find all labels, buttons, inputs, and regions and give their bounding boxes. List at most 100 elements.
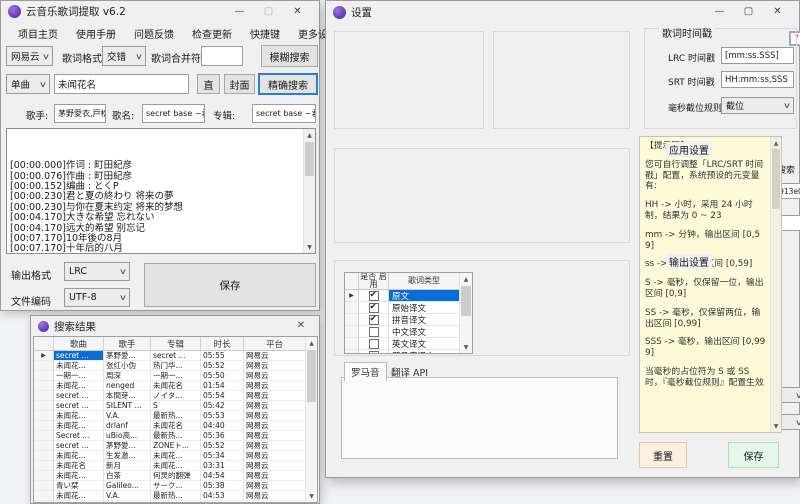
- scroll-up-icon[interactable]: ▲: [306, 337, 317, 349]
- grid-row[interactable]: 罗马音译文: [345, 350, 472, 353]
- table-row[interactable]: 未闻花... 生发激... 未闻花... 05:34 网易云: [34, 451, 317, 461]
- singer-input[interactable]: 茅野愛衣,戸松遥: [54, 104, 106, 123]
- table-row[interactable]: secret ... 茅野愛... ZONEト... 05:52 网易云: [34, 441, 317, 451]
- main-window-title: 云音乐歌词提取 v6.2: [26, 6, 126, 18]
- checkbox-icon[interactable]: [368, 326, 379, 337]
- original-lyrics-group: [493, 31, 630, 129]
- hint-paragraph: S -> 毫秒，仅保留一位，输出区间 [0,9]: [645, 278, 764, 299]
- scroll-down-icon[interactable]: ▼: [306, 490, 317, 502]
- menu-item[interactable]: 快捷键: [241, 23, 289, 42]
- merge-symbol-input[interactable]: [201, 46, 243, 66]
- table-row[interactable]: 一期一... 周深 一期一... 05:50 网易云: [34, 371, 317, 381]
- chevron-down-icon: ∨: [118, 267, 128, 276]
- results-scrollbar[interactable]: ▲ ▼: [305, 337, 317, 502]
- close-icon[interactable]: ✕: [763, 2, 792, 22]
- grid-row[interactable]: 原文: [345, 290, 472, 302]
- direct-button[interactable]: 直: [197, 74, 220, 94]
- table-row[interactable]: 未闻花... nenged 未闻花名 01:54 网易云: [34, 381, 317, 391]
- checkbox-icon[interactable]: [368, 290, 379, 301]
- table-row[interactable]: 未闻花... 张红小伪 热门华... 05:52 网易云: [34, 361, 317, 371]
- column-header-song[interactable]: 歌曲: [54, 337, 104, 350]
- column-header-duration[interactable]: 时长: [201, 337, 244, 350]
- table-row[interactable]: 未闻花... V.A. 最新热... 05:53 网易云: [34, 411, 317, 421]
- menu-item[interactable]: 问题反馈: [125, 23, 183, 42]
- grid-type-header: 歌词类型: [389, 273, 460, 289]
- maximize-icon[interactable]: ▢: [734, 2, 763, 22]
- timestamp-group-title: 歌词时间戳: [659, 25, 715, 40]
- hint-panel: 【提示区】您可自行调整「LRC/SRT 时间戳」配置，系统预设的元变量有:HH …: [639, 136, 782, 433]
- scroll-up-icon[interactable]: ▲: [771, 137, 781, 149]
- scroll-down-icon[interactable]: ▼: [771, 420, 781, 432]
- grid-scrollbar[interactable]: ▲ ▼: [459, 273, 472, 353]
- encoding-select[interactable]: UTF-8 ∨: [64, 288, 130, 307]
- tab-romaji[interactable]: 罗马音: [344, 362, 387, 381]
- scroll-up-icon[interactable]: ▲: [460, 273, 472, 285]
- chevron-down-icon: ∨: [38, 79, 48, 89]
- album-input[interactable]: secret base ~君: [252, 104, 316, 123]
- settings-titlebar[interactable]: 设置 — ▢ ✕: [326, 1, 799, 23]
- grid-selector-header: [345, 273, 359, 289]
- cover-button[interactable]: 封面: [224, 74, 255, 94]
- source-select[interactable]: 网易云 ∨: [6, 46, 53, 66]
- reset-button[interactable]: 重置: [639, 442, 687, 468]
- menu-item[interactable]: 项目主页: [9, 23, 67, 42]
- chevron-down-icon: ∨: [795, 418, 800, 427]
- table-row[interactable]: 未闻花... V.A. 最新热... 04:53 网易云: [34, 491, 317, 501]
- settings-window-title: 设置: [351, 6, 372, 19]
- grid-row[interactable]: 拼音译文: [345, 314, 472, 326]
- results-titlebar[interactable]: 搜索结果 ✕: [31, 316, 319, 336]
- checkbox-icon[interactable]: [368, 338, 379, 349]
- scroll-down-icon[interactable]: ▼: [304, 241, 315, 253]
- chevron-down-icon: ∨: [118, 293, 128, 302]
- table-row[interactable]: 未闻花... 白茶 何炅的翻弹 04:54 网易云: [34, 471, 317, 481]
- chevron-down-icon: ∨: [134, 51, 144, 61]
- menu-item[interactable]: 使用手册: [67, 23, 125, 42]
- lyric-line: [00:07.170]十年后的八月: [10, 243, 123, 252]
- table-row[interactable]: 未闻花... drlanf 未闻花名 04:40 网易云: [34, 421, 317, 431]
- exact-search-button[interactable]: 精确搜索: [258, 73, 318, 95]
- table-row[interactable]: secret ... SILENT ... S 05:42 网易云: [34, 401, 317, 411]
- grid-row[interactable]: 英文译文: [345, 338, 472, 350]
- search-type-select[interactable]: 单曲 ∨: [6, 74, 50, 94]
- hint-paragraph: HH -> 小时，采用 24 小时制，结果为 0 ~ 23: [645, 200, 753, 221]
- song-label: 歌名:: [112, 111, 135, 122]
- fuzzy-search-button[interactable]: 模糊搜索: [261, 45, 318, 67]
- scroll-down-icon[interactable]: ▼: [460, 341, 472, 353]
- lyrics-scrollbar[interactable]: ▲ ▼: [303, 129, 315, 253]
- app-icon: [333, 5, 346, 19]
- timestamp-group: [334, 31, 484, 129]
- column-header-singer[interactable]: 歌手: [104, 337, 151, 350]
- table-row[interactable]: secret ... 本間芽... ノイタ... 05:54 网易云: [34, 391, 317, 401]
- close-icon[interactable]: ✕: [290, 316, 312, 336]
- grid-row[interactable]: 原始译文: [345, 302, 472, 314]
- close-icon[interactable]: ✕: [283, 2, 312, 22]
- settings-save-button[interactable]: 保存: [728, 442, 779, 468]
- scroll-up-icon[interactable]: ▲: [304, 129, 315, 141]
- table-row[interactable]: secret ... ZONE ZONEト... 04:56 网易云: [34, 501, 317, 502]
- album-label: 专辑:: [213, 111, 236, 122]
- grid-body: 原文 原始译文 拼音译文 中文译文: [345, 290, 472, 353]
- lyrics-textbox[interactable]: [00:00.000]作词 : 町田紀彦 [00:00.076]作曲 : 町田紀彦…: [6, 128, 316, 254]
- checkbox-icon[interactable]: [368, 302, 379, 313]
- checkbox-icon[interactable]: [368, 314, 379, 325]
- song-input[interactable]: secret base ~君が: [142, 104, 205, 123]
- main-titlebar[interactable]: 云音乐歌词提取 v6.2 — ▢ ✕: [1, 1, 319, 22]
- minimize-icon[interactable]: —: [225, 2, 254, 22]
- table-row[interactable]: secret ... 茅野愛... secret ... 05:55 网易云: [34, 351, 317, 361]
- save-lyrics-button[interactable]: 保存: [144, 263, 316, 307]
- results-table-body: secret ... 茅野愛... secret ... 05:55 网易云 未…: [34, 351, 317, 502]
- column-header-album[interactable]: 专辑: [151, 337, 201, 350]
- checkbox-icon[interactable]: [368, 350, 379, 353]
- main-menubar: 项目主页 使用手册 问题反馈 检查更新 快捷键 更多设置: [1, 23, 338, 42]
- table-row[interactable]: 青い栞 Galileo... サーク... 05:38 网易云: [34, 481, 317, 491]
- keyword-input[interactable]: 未闻花名: [54, 74, 189, 94]
- grid-row[interactable]: 中文译文: [345, 326, 472, 338]
- lyric-format-select[interactable]: 交错 ∨: [102, 46, 146, 66]
- menu-item[interactable]: 检查更新: [183, 23, 241, 42]
- table-row[interactable]: 未闻花名 新月 未闻花... 03:31 网易云: [34, 461, 317, 471]
- column-header-platform[interactable]: 平台: [244, 337, 306, 350]
- hint-scrollbar[interactable]: ▲ ▼: [770, 137, 781, 432]
- table-row[interactable]: Secret ... uBio高... 最新热... 05:36 网易云: [34, 431, 317, 441]
- minimize-icon[interactable]: —: [705, 2, 734, 22]
- output-format-select[interactable]: LRC ∨: [64, 262, 130, 281]
